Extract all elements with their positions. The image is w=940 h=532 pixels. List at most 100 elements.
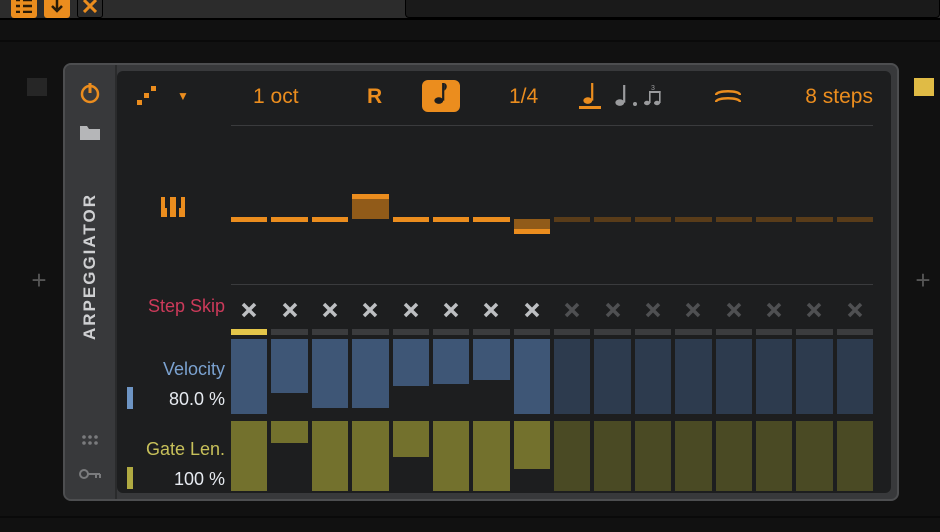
track-slot-left[interactable] xyxy=(27,78,47,96)
pitch-step[interactable] xyxy=(433,179,469,259)
chrome-list-icon[interactable] xyxy=(11,0,37,18)
gate-step[interactable] xyxy=(675,421,711,491)
step-skip-toggle[interactable] xyxy=(796,293,832,327)
step-skip-toggle[interactable] xyxy=(271,293,307,327)
step-skip-toggle[interactable] xyxy=(433,293,469,327)
gate-step[interactable] xyxy=(716,421,752,491)
step-skip-toggle[interactable] xyxy=(554,293,590,327)
step-skip-toggle[interactable] xyxy=(837,293,873,327)
step-indicator xyxy=(635,329,671,335)
pitch-step[interactable] xyxy=(231,179,267,259)
velocity-step[interactable] xyxy=(756,339,792,414)
remote-controls-icon[interactable] xyxy=(79,467,101,485)
pitch-step[interactable] xyxy=(796,179,832,259)
gate-step[interactable] xyxy=(554,421,590,491)
gate-step[interactable] xyxy=(514,421,550,491)
arp-pattern-icon[interactable] xyxy=(137,86,157,106)
velocity-lane[interactable] xyxy=(231,339,873,414)
note-dotted-icon[interactable] xyxy=(611,83,633,109)
rate-value[interactable]: 1/4 xyxy=(509,85,538,109)
step-skip-toggle[interactable] xyxy=(594,293,630,327)
step-skip-toggle[interactable] xyxy=(635,293,671,327)
step-count-value[interactable]: 8 steps xyxy=(805,85,873,109)
pitch-step[interactable] xyxy=(675,179,711,259)
divider xyxy=(231,284,873,285)
step-indicator xyxy=(756,329,792,335)
gate-step[interactable] xyxy=(352,421,388,491)
step-skip-toggle[interactable] xyxy=(312,293,348,327)
velocity-step[interactable] xyxy=(675,339,711,414)
step-skip-toggle[interactable] xyxy=(756,293,792,327)
power-icon[interactable] xyxy=(78,81,102,105)
step-indicator xyxy=(514,329,550,335)
octaves-value[interactable]: 1 oct xyxy=(253,85,299,109)
gate-step[interactable] xyxy=(756,421,792,491)
pitch-step[interactable] xyxy=(594,179,630,259)
gate-step[interactable] xyxy=(231,421,267,491)
arp-pattern-dropdown-icon[interactable]: ▼ xyxy=(177,89,189,103)
pitch-step[interactable] xyxy=(716,179,752,259)
gate-step[interactable] xyxy=(312,421,348,491)
grip-icon[interactable] xyxy=(81,433,99,451)
gate-step[interactable] xyxy=(393,421,429,491)
add-device-left-button[interactable]: + xyxy=(27,268,51,292)
step-skip-lane[interactable] xyxy=(231,293,873,327)
gate-step[interactable] xyxy=(837,421,873,491)
step-skip-toggle[interactable] xyxy=(716,293,752,327)
step-skip-toggle[interactable] xyxy=(352,293,388,327)
gate-step[interactable] xyxy=(635,421,671,491)
add-device-right-button[interactable]: + xyxy=(911,268,935,292)
step-skip-toggle[interactable] xyxy=(514,293,550,327)
pitch-step[interactable] xyxy=(554,179,590,259)
step-skip-toggle[interactable] xyxy=(393,293,429,327)
velocity-value[interactable]: 80.0 % xyxy=(125,389,225,410)
velocity-step[interactable] xyxy=(312,339,348,414)
velocity-step[interactable] xyxy=(231,339,267,414)
preset-folder-icon[interactable] xyxy=(79,123,101,141)
velocity-step[interactable] xyxy=(594,339,630,414)
step-skip-toggle[interactable] xyxy=(675,293,711,327)
gate-value[interactable]: 100 % xyxy=(125,469,225,490)
gate-step[interactable] xyxy=(594,421,630,491)
gate-step[interactable] xyxy=(433,421,469,491)
rate-mode-button[interactable] xyxy=(422,80,460,112)
pitch-step[interactable] xyxy=(514,179,550,259)
note-triplet-icon[interactable]: 3 xyxy=(643,83,665,109)
reverse-toggle[interactable]: R xyxy=(367,85,382,109)
pitch-step[interactable] xyxy=(837,179,873,259)
pitch-step[interactable] xyxy=(271,179,307,259)
velocity-step[interactable] xyxy=(635,339,671,414)
velocity-step[interactable] xyxy=(271,339,307,414)
velocity-step[interactable] xyxy=(837,339,873,414)
gate-step[interactable] xyxy=(796,421,832,491)
note-solid-icon[interactable] xyxy=(579,83,601,109)
retrigger-icon[interactable] xyxy=(715,88,741,111)
chrome-close-icon[interactable] xyxy=(77,0,103,18)
track-slot-right[interactable] xyxy=(914,78,934,96)
step-indicator xyxy=(594,329,630,335)
pitch-step[interactable] xyxy=(312,179,348,259)
gate-step[interactable] xyxy=(271,421,307,491)
chrome-search-field[interactable] xyxy=(405,0,940,18)
velocity-step[interactable] xyxy=(554,339,590,414)
pitch-step[interactable] xyxy=(352,179,388,259)
velocity-step[interactable] xyxy=(393,339,429,414)
gate-lane[interactable] xyxy=(231,421,873,491)
velocity-step[interactable] xyxy=(514,339,550,414)
velocity-step[interactable] xyxy=(716,339,752,414)
step-indicator xyxy=(271,329,307,335)
pitch-step[interactable] xyxy=(473,179,509,259)
chrome-down-icon[interactable] xyxy=(44,0,70,18)
step-skip-toggle[interactable] xyxy=(473,293,509,327)
pitch-step[interactable] xyxy=(393,179,429,259)
velocity-step[interactable] xyxy=(796,339,832,414)
pitch-lane[interactable] xyxy=(231,179,873,259)
device-sidebar: ARPEGGIATOR xyxy=(65,65,117,499)
pitch-step[interactable] xyxy=(756,179,792,259)
pitch-step[interactable] xyxy=(635,179,671,259)
gate-step[interactable] xyxy=(473,421,509,491)
velocity-step[interactable] xyxy=(433,339,469,414)
step-skip-toggle[interactable] xyxy=(231,293,267,327)
velocity-step[interactable] xyxy=(473,339,509,414)
velocity-step[interactable] xyxy=(352,339,388,414)
